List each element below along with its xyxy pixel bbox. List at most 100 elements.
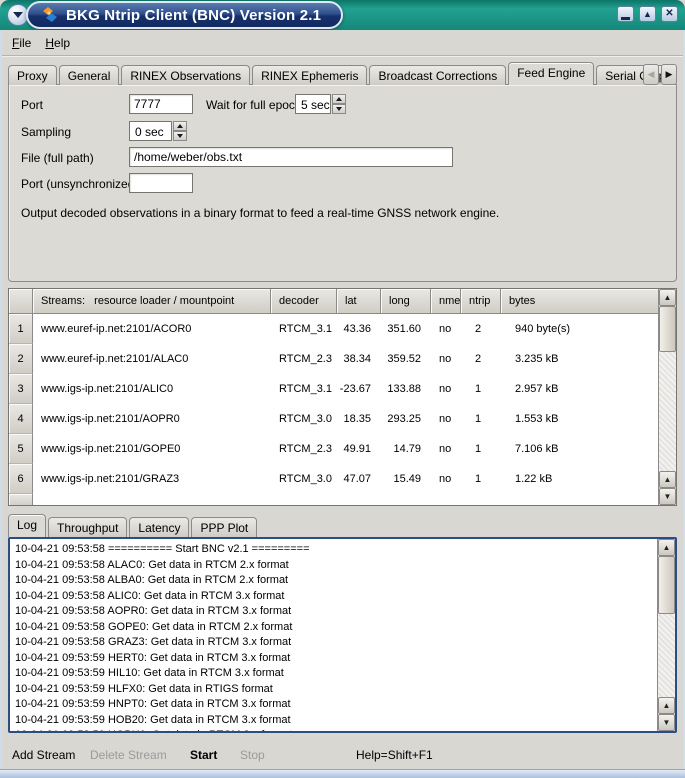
log-line: 10-04-21 09:53:58 ALAC0: Get data in RTC… — [15, 558, 658, 574]
scrollbar-thumb[interactable] — [658, 556, 675, 614]
help-hint: Help=Shift+F1 — [356, 748, 433, 762]
log-panel[interactable]: 10-04-21 09:53:58 ========== Start BNC v… — [8, 537, 677, 733]
arrow-up-icon: ▲ — [663, 702, 671, 710]
log-scrollbar[interactable]: ▲ ▲ ▼ — [657, 539, 675, 731]
cell-long: 293.25 — [381, 404, 431, 434]
header-mountpoint[interactable]: Streams: resource loader / mountpoint — [33, 289, 271, 314]
cell-nmea: no — [431, 314, 461, 344]
menu-file[interactable]: File — [12, 36, 31, 50]
header-row-number[interactable] — [9, 289, 33, 314]
log-line: 10-04-21 09:53:59 HERT0: Get data in RTC… — [15, 651, 658, 667]
log-line: 10-04-21 09:53:59 HNPT0: Get data in RTC… — [15, 697, 658, 713]
settings-tab-bar: Proxy General RINEX Observations RINEX E… — [8, 62, 677, 85]
file-path-input[interactable] — [129, 147, 453, 167]
header-long[interactable]: long — [381, 289, 431, 314]
menu-help[interactable]: Help — [45, 36, 70, 50]
close-icon: ✕ — [665, 9, 673, 19]
sampling-label: Sampling — [21, 125, 71, 139]
spin-down-button[interactable] — [173, 131, 187, 141]
streams-scrollbar[interactable]: ▲ ▲ ▼ — [658, 289, 676, 505]
cell-decoder: RTCM_3.1 — [271, 374, 337, 404]
titlebar[interactable]: BKG Ntrip Client (BNC) Version 2.1 ▲ ✕ — [0, 0, 685, 30]
scrollbar-thumb[interactable] — [659, 306, 676, 352]
start-button[interactable]: Start — [190, 748, 217, 762]
spin-down-button[interactable] — [332, 104, 346, 114]
tab-scroll-left-button[interactable]: ◀ — [643, 64, 659, 85]
header-decoder[interactable]: decoder — [271, 289, 337, 314]
table-row[interactable]: 1 www.euref-ip.net:2101/ACOR0 RTCM_3.1 4… — [9, 314, 676, 344]
delete-stream-button[interactable]: Delete Stream — [90, 748, 167, 762]
add-stream-button[interactable]: Add Stream — [12, 748, 75, 762]
wait-epoch-spinbox[interactable]: 5 sec — [295, 94, 346, 114]
tab-ppp-plot[interactable]: PPP Plot — [191, 517, 257, 537]
log-text-area[interactable]: 10-04-21 09:53:58 ========== Start BNC v… — [10, 539, 658, 731]
scrollbar-track[interactable] — [659, 352, 676, 471]
tab-rinex-ephemeris[interactable]: RINEX Ephemeris — [252, 65, 367, 85]
cell-ntrip: 1 — [461, 464, 501, 494]
scroll-down-button[interactable]: ▼ — [658, 714, 675, 731]
arrow-down-icon — [336, 107, 342, 111]
table-row[interactable]: 6 www.igs-ip.net:2101/GRAZ3 RTCM_3.0 47.… — [9, 464, 676, 494]
scroll-up-button[interactable]: ▲ — [659, 471, 676, 488]
cell-long: 351.60 — [381, 314, 431, 344]
header-ntrip[interactable]: ntrip — [461, 289, 501, 314]
scrollbar-track[interactable] — [658, 614, 675, 697]
feed-engine-description: Output decoded observations in a binary … — [21, 206, 499, 220]
row-number[interactable]: 6 — [9, 464, 33, 494]
table-row[interactable]: 4 www.igs-ip.net:2101/AOPR0 RTCM_3.0 18.… — [9, 404, 676, 434]
sampling-spinbox[interactable]: 0 sec — [129, 121, 187, 141]
row-number[interactable]: 1 — [9, 314, 33, 344]
tab-throughput[interactable]: Throughput — [48, 517, 127, 537]
cell-mountpoint: www.igs-ip.net:2101/GOPE0 — [33, 434, 271, 464]
cell-ntrip: 1 — [461, 374, 501, 404]
header-lat[interactable]: lat — [337, 289, 381, 314]
scroll-down-button[interactable]: ▼ — [659, 488, 676, 505]
arrow-up-icon: ▲ — [664, 476, 672, 484]
scroll-up-button[interactable]: ▲ — [659, 289, 676, 306]
table-row[interactable]: 2 www.euref-ip.net:2101/ALAC0 RTCM_2.3 3… — [9, 344, 676, 374]
row-number[interactable]: 2 — [9, 344, 33, 374]
spin-up-button[interactable] — [173, 121, 187, 131]
row-number[interactable]: 4 — [9, 404, 33, 434]
tab-scroll-buttons: ◀ ▶ — [643, 64, 677, 85]
maximize-button[interactable]: ▲ — [639, 6, 656, 22]
close-button[interactable]: ✕ — [661, 6, 678, 22]
header-bytes[interactable]: bytes — [501, 289, 659, 314]
port-unsync-input[interactable] — [129, 173, 193, 193]
log-line: 10-04-21 09:53:58 ========== Start BNC v… — [15, 542, 658, 558]
log-line: 10-04-21 09:53:58 AOPR0: Get data in RTC… — [15, 604, 658, 620]
log-line: 10-04-21 09:53:58 GRAZ3: Get data in RTC… — [15, 635, 658, 651]
maximize-icon: ▲ — [643, 10, 652, 19]
tab-scroll-right-button[interactable]: ▶ — [661, 64, 677, 85]
tab-latency[interactable]: Latency — [129, 517, 189, 537]
tab-rinex-observations[interactable]: RINEX Observations — [121, 65, 250, 85]
port-input[interactable] — [129, 94, 193, 114]
minimize-button[interactable] — [617, 6, 634, 22]
cell-bytes: 940 byte(s) — [501, 314, 676, 344]
tab-feed-engine[interactable]: Feed Engine — [508, 62, 594, 85]
scroll-up-button[interactable]: ▲ — [658, 539, 675, 556]
table-row[interactable]: 3 www.igs-ip.net:2101/ALIC0 RTCM_3.1 -23… — [9, 374, 676, 404]
cell-lat: 18.35 — [337, 404, 381, 434]
cell-nmea: no — [431, 344, 461, 374]
stop-button[interactable]: Stop — [240, 748, 265, 762]
tab-general[interactable]: General — [59, 65, 120, 85]
cell-long: 133.88 — [381, 374, 431, 404]
scroll-up-button[interactable]: ▲ — [658, 697, 675, 714]
log-line: 10-04-21 09:53:59 HLFX0: Get data in RTI… — [15, 682, 658, 698]
row-number-stub — [9, 494, 33, 506]
cell-lat: -23.67 — [337, 374, 381, 404]
table-row[interactable]: 5 www.igs-ip.net:2101/GOPE0 RTCM_2.3 49.… — [9, 434, 676, 464]
row-number[interactable]: 3 — [9, 374, 33, 404]
tab-proxy[interactable]: Proxy — [8, 65, 57, 85]
wait-epoch-label: Wait for full epoch — [206, 98, 302, 112]
cell-lat: 49.91 — [337, 434, 381, 464]
header-nmea[interactable]: nmea — [431, 289, 461, 314]
tab-log[interactable]: Log — [8, 514, 46, 537]
streams-table: Streams: resource loader / mountpoint de… — [8, 288, 677, 506]
cell-nmea: no — [431, 404, 461, 434]
tab-broadcast-corrections[interactable]: Broadcast Corrections — [369, 65, 506, 85]
row-number[interactable]: 5 — [9, 434, 33, 464]
spin-up-button[interactable] — [332, 94, 346, 104]
view-tab-bar: Log Throughput Latency PPP Plot — [8, 514, 677, 537]
